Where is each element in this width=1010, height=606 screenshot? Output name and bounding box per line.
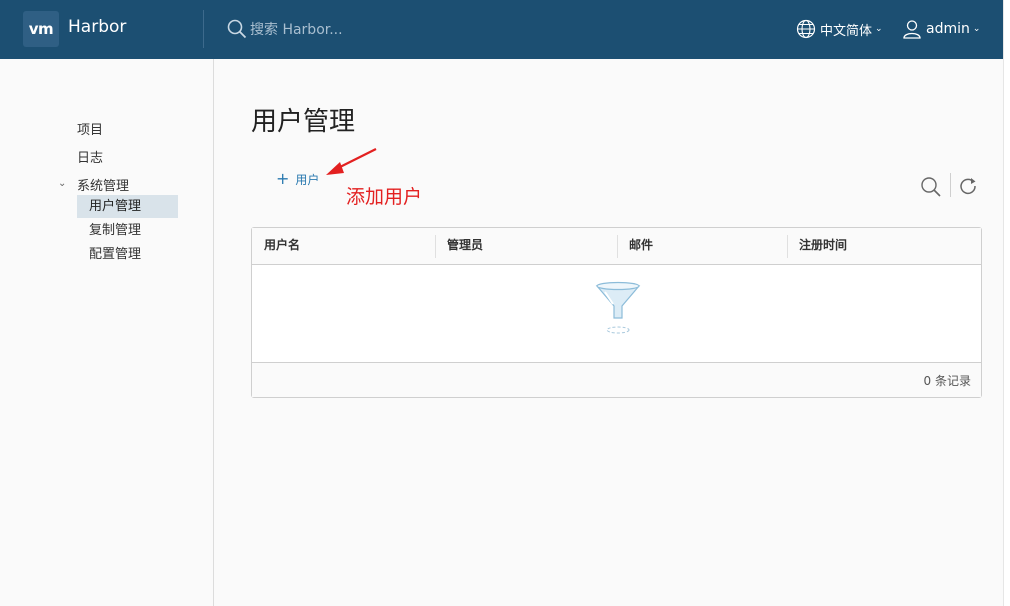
page-title: 用户管理 xyxy=(251,107,356,137)
globe-icon xyxy=(796,19,816,39)
language-label: 中文简体 xyxy=(820,23,873,39)
username-label: admin xyxy=(926,21,970,37)
search-icon[interactable] xyxy=(920,176,942,198)
plus-icon: + xyxy=(276,169,290,188)
datagrid-header: 用户名 管理员 邮件 注册时间 xyxy=(252,228,981,265)
column-header-admin[interactable]: 管理员 xyxy=(435,228,617,265)
add-user-button[interactable]: + 用户 xyxy=(276,170,319,188)
annotation-text: 添加用户 xyxy=(346,186,423,208)
users-datagrid: 用户名 管理员 邮件 注册时间 0 条记录 xyxy=(251,227,982,398)
sidebar-item-configuration-management[interactable]: 配置管理 xyxy=(77,243,178,266)
column-header-registration-time[interactable]: 注册时间 xyxy=(787,228,981,265)
column-header-email[interactable]: 邮件 xyxy=(617,228,787,265)
harbor-app: vm Harbor 中文简体 ⌄ admin ⌄ xyxy=(0,0,1003,606)
app-title[interactable]: Harbor xyxy=(68,17,126,37)
datagrid-footer: 0 条记录 xyxy=(252,362,981,397)
vmware-logo[interactable]: vm xyxy=(23,11,59,47)
global-search-input[interactable] xyxy=(250,19,470,41)
sidebar-nav: 项目 日志 ⌄ 系统管理 用户管理 复制管理 配置管理 xyxy=(0,59,214,606)
filter-funnel-icon xyxy=(595,281,641,334)
sidebar-item-projects[interactable]: 项目 xyxy=(77,119,103,138)
page-scrollbar[interactable] xyxy=(1003,0,1010,606)
annotation-arrow xyxy=(326,148,377,175)
chevron-down-icon: ⌄ xyxy=(875,24,883,34)
record-count: 0 条记录 xyxy=(923,374,971,388)
user-menu[interactable]: admin ⌄ xyxy=(902,18,980,40)
sidebar-item-user-management[interactable]: 用户管理 xyxy=(77,195,178,218)
refresh-icon[interactable] xyxy=(958,176,978,196)
top-header: vm Harbor 中文简体 ⌄ admin ⌄ xyxy=(0,0,1003,59)
header-divider xyxy=(203,10,204,48)
sidebar-item-logs[interactable]: 日志 xyxy=(77,147,103,166)
user-icon xyxy=(903,20,921,39)
sidebar-group-system-admin[interactable]: 系统管理 xyxy=(77,175,129,194)
toolbar-divider xyxy=(950,173,951,197)
chevron-down-icon[interactable]: ⌄ xyxy=(58,178,66,189)
chevron-down-icon: ⌄ xyxy=(972,24,981,34)
search-icon[interactable] xyxy=(227,19,247,39)
language-selector[interactable]: 中文简体 ⌄ xyxy=(796,18,883,40)
add-user-label: 用户 xyxy=(295,172,320,187)
sidebar-item-replication-management[interactable]: 复制管理 xyxy=(77,219,178,242)
column-header-username[interactable]: 用户名 xyxy=(252,228,435,265)
